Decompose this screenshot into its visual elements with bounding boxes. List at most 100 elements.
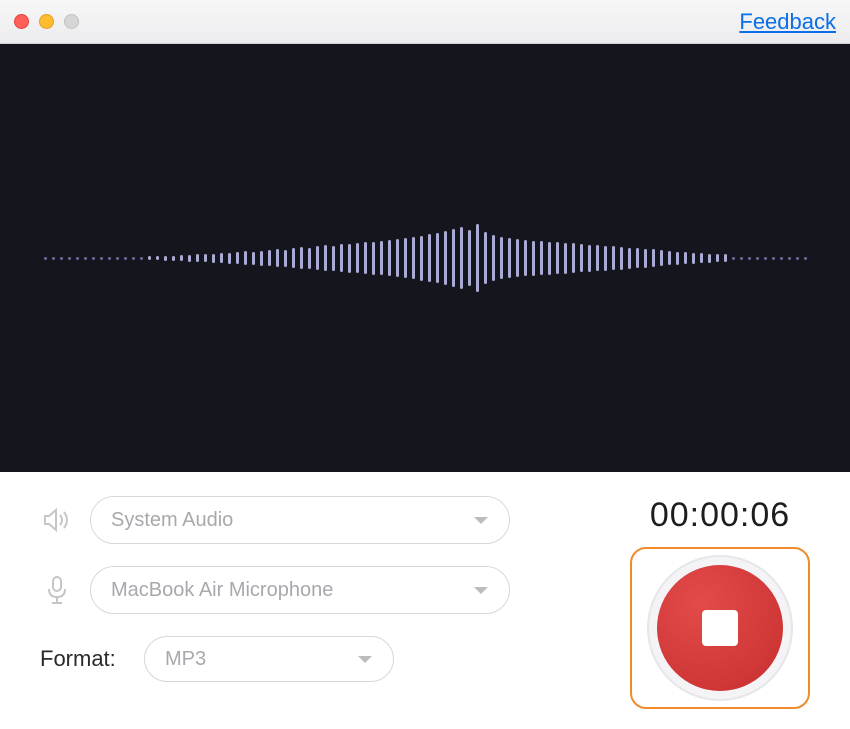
waveform-bar xyxy=(436,233,439,283)
source-controls: System Audio MacBook Air Microphone xyxy=(40,496,600,709)
waveform-bar xyxy=(412,237,415,279)
waveform-bar xyxy=(484,232,487,284)
waveform-bar xyxy=(428,234,431,282)
waveform-bar xyxy=(716,254,719,262)
waveform-bar xyxy=(788,257,791,260)
waveform-bar xyxy=(492,235,495,281)
waveform-bar xyxy=(388,240,391,276)
waveform-bar xyxy=(500,237,503,279)
controls-panel: System Audio MacBook Air Microphone xyxy=(0,472,850,729)
waveform-bar xyxy=(300,247,303,269)
waveform-bar xyxy=(380,241,383,275)
chevron-down-icon xyxy=(357,648,373,671)
waveform-bar xyxy=(756,257,759,260)
window-controls xyxy=(14,14,79,29)
waveform-bar xyxy=(316,246,319,270)
waveform-bar xyxy=(276,249,279,267)
waveform-bar xyxy=(156,256,159,260)
speaker-icon xyxy=(40,507,74,533)
chevron-down-icon xyxy=(473,509,489,532)
waveform-bar xyxy=(476,224,479,292)
record-button-frame xyxy=(630,547,810,709)
waveform-bar xyxy=(228,253,231,264)
format-row: Format: MP3 xyxy=(40,636,600,682)
waveform-bar xyxy=(220,253,223,263)
waveform-bar xyxy=(604,246,607,271)
waveform-bar xyxy=(236,252,239,264)
mic-source-value: MacBook Air Microphone xyxy=(111,579,333,602)
waveform-bar xyxy=(172,256,175,261)
waveform-bar xyxy=(540,241,543,275)
close-window-button[interactable] xyxy=(14,14,29,29)
minimize-window-button[interactable] xyxy=(39,14,54,29)
waveform-bar xyxy=(284,250,287,267)
format-dropdown[interactable]: MP3 xyxy=(144,636,394,682)
waveform-bar xyxy=(660,250,663,266)
waveform-bar xyxy=(628,248,631,269)
waveform-bar xyxy=(188,255,191,262)
waveform-bar xyxy=(468,230,471,286)
waveform-bar xyxy=(652,249,655,267)
waveform-bar xyxy=(644,249,647,268)
waveform-bar xyxy=(684,252,687,264)
waveform-bar xyxy=(508,238,511,278)
recording-timer: 00:00:06 xyxy=(650,496,790,535)
waveform-bar xyxy=(260,251,263,266)
waveform-bar xyxy=(92,257,95,260)
waveform-bar xyxy=(676,252,679,265)
microphone-icon xyxy=(40,575,74,605)
mic-source-dropdown[interactable]: MacBook Air Microphone xyxy=(90,566,510,614)
waveform-bar xyxy=(516,239,519,277)
stop-recording-button[interactable] xyxy=(657,565,783,691)
waveform-bar xyxy=(68,257,71,260)
waveform-bar xyxy=(60,257,63,260)
waveform-bar xyxy=(740,257,743,260)
waveform-bar xyxy=(332,246,335,271)
waveform-bar xyxy=(164,256,167,261)
waveform-bar xyxy=(532,241,535,276)
maximize-window-button xyxy=(64,14,79,29)
waveform-bar xyxy=(140,257,143,260)
waveform-bar xyxy=(212,254,215,263)
waveform-bar xyxy=(44,257,47,260)
chevron-down-icon xyxy=(473,579,489,602)
waveform-bar xyxy=(692,253,695,264)
waveform-bar xyxy=(580,244,583,272)
waveform-bar xyxy=(724,254,727,262)
waveform-bar xyxy=(588,245,591,272)
waveform-bar xyxy=(124,257,127,260)
waveform-bar xyxy=(204,254,207,262)
waveform-bar xyxy=(612,246,615,270)
waveform-bar xyxy=(564,243,567,274)
waveform-display xyxy=(0,44,850,472)
waveform-bar xyxy=(292,248,295,268)
feedback-link[interactable]: Feedback xyxy=(739,9,836,35)
titlebar: Feedback xyxy=(0,0,850,44)
waveform-bar xyxy=(268,250,271,266)
waveform-bar xyxy=(364,242,367,274)
waveform-bar xyxy=(252,252,255,265)
audio-source-dropdown[interactable]: System Audio xyxy=(90,496,510,544)
waveform-bar xyxy=(356,243,359,273)
waveform-bar xyxy=(396,239,399,277)
format-value: MP3 xyxy=(165,648,206,671)
waveform-bar xyxy=(700,253,703,263)
waveform-bar xyxy=(556,242,559,274)
waveform-bar xyxy=(444,231,447,285)
waveform-bar xyxy=(420,236,423,281)
waveform-bar xyxy=(324,245,327,271)
waveform-bar xyxy=(572,243,575,273)
waveform-bar xyxy=(76,257,79,260)
waveform-bar xyxy=(668,251,671,265)
waveform-bar xyxy=(196,254,199,262)
format-label: Format: xyxy=(40,646,130,672)
waveform-bar xyxy=(180,255,183,261)
waveform-bar xyxy=(780,257,783,260)
waveform-bar xyxy=(84,257,87,260)
waveform-bar xyxy=(708,254,711,263)
waveform-bar xyxy=(108,257,111,260)
waveform-bar xyxy=(404,238,407,278)
waveform-bar xyxy=(348,244,351,273)
waveform-bar xyxy=(148,256,151,260)
waveform-bar xyxy=(132,257,135,260)
